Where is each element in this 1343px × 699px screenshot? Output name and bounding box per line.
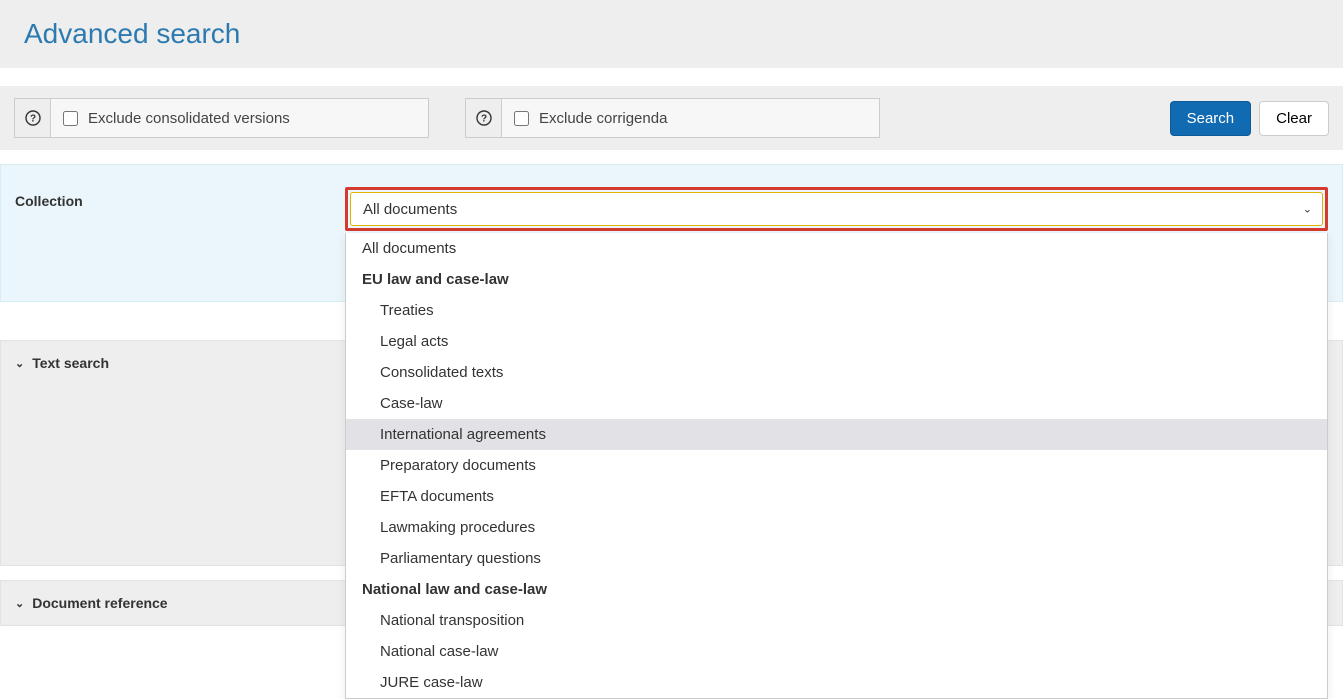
top-filter-bar: ? Exclude consolidated versions ? Exclud… [0, 86, 1343, 150]
collection-option[interactable]: National case-law [346, 636, 1327, 667]
exclude-consolidated-label-wrap[interactable]: Exclude consolidated versions [51, 110, 302, 127]
help-icon[interactable]: ? [15, 99, 51, 137]
collection-option[interactable]: JURE case-law [346, 667, 1327, 698]
help-icon[interactable]: ? [466, 99, 502, 137]
search-button[interactable]: Search [1170, 101, 1252, 136]
exclude-corrigenda-label-wrap[interactable]: Exclude corrigenda [502, 110, 679, 127]
collection-option[interactable]: National transposition [346, 605, 1327, 636]
svg-text:?: ? [480, 114, 486, 125]
collection-option[interactable]: All documents [346, 233, 1327, 264]
exclude-consolidated-checkbox[interactable] [63, 111, 78, 126]
page-title: Advanced search [24, 18, 1319, 50]
question-circle-icon: ? [476, 110, 492, 126]
exclude-corrigenda-checkbox[interactable] [514, 111, 529, 126]
collection-select[interactable]: All documents ⌄ [350, 192, 1323, 226]
collection-option[interactable]: Lawmaking procedures [346, 512, 1327, 543]
page-header: Advanced search [0, 0, 1343, 68]
collection-option: National law and case-law [346, 574, 1327, 605]
collection-option[interactable]: Preparatory documents [346, 450, 1327, 481]
exclude-consolidated-label: Exclude consolidated versions [88, 110, 290, 127]
clear-button[interactable]: Clear [1259, 101, 1329, 136]
collection-dropdown-list[interactable]: All documentsEU law and case-lawTreaties… [345, 233, 1328, 699]
chevron-down-icon: ⌄ [1303, 203, 1312, 216]
exclude-consolidated-group: ? Exclude consolidated versions [14, 98, 429, 138]
document-reference-title: Document reference [32, 595, 167, 611]
collection-option[interactable]: Treaties [346, 295, 1327, 326]
collection-section: Collection All documents ⌄ All documents… [0, 164, 1343, 302]
collection-label: Collection [15, 187, 345, 209]
exclude-corrigenda-label: Exclude corrigenda [539, 110, 667, 127]
highlight-annotation: All documents ⌄ [345, 187, 1328, 231]
exclude-corrigenda-group: ? Exclude corrigenda [465, 98, 880, 138]
collection-option[interactable]: Case-law [346, 388, 1327, 419]
collection-option[interactable]: Consolidated texts [346, 357, 1327, 388]
collection-option: EU law and case-law [346, 264, 1327, 295]
chevron-down-icon: ⌄ [15, 597, 24, 610]
collection-dropdown-wrap: All documents ⌄ All documentsEU law and … [345, 187, 1328, 231]
collection-option[interactable]: Legal acts [346, 326, 1327, 357]
collection-selected-value: All documents [363, 201, 457, 218]
question-circle-icon: ? [25, 110, 41, 126]
svg-text:?: ? [29, 114, 35, 125]
collection-option[interactable]: EFTA documents [346, 481, 1327, 512]
text-search-title: Text search [32, 355, 109, 371]
collection-option[interactable]: International agreements [346, 419, 1327, 450]
chevron-down-icon: ⌄ [15, 357, 24, 370]
collection-option[interactable]: Parliamentary questions [346, 543, 1327, 574]
